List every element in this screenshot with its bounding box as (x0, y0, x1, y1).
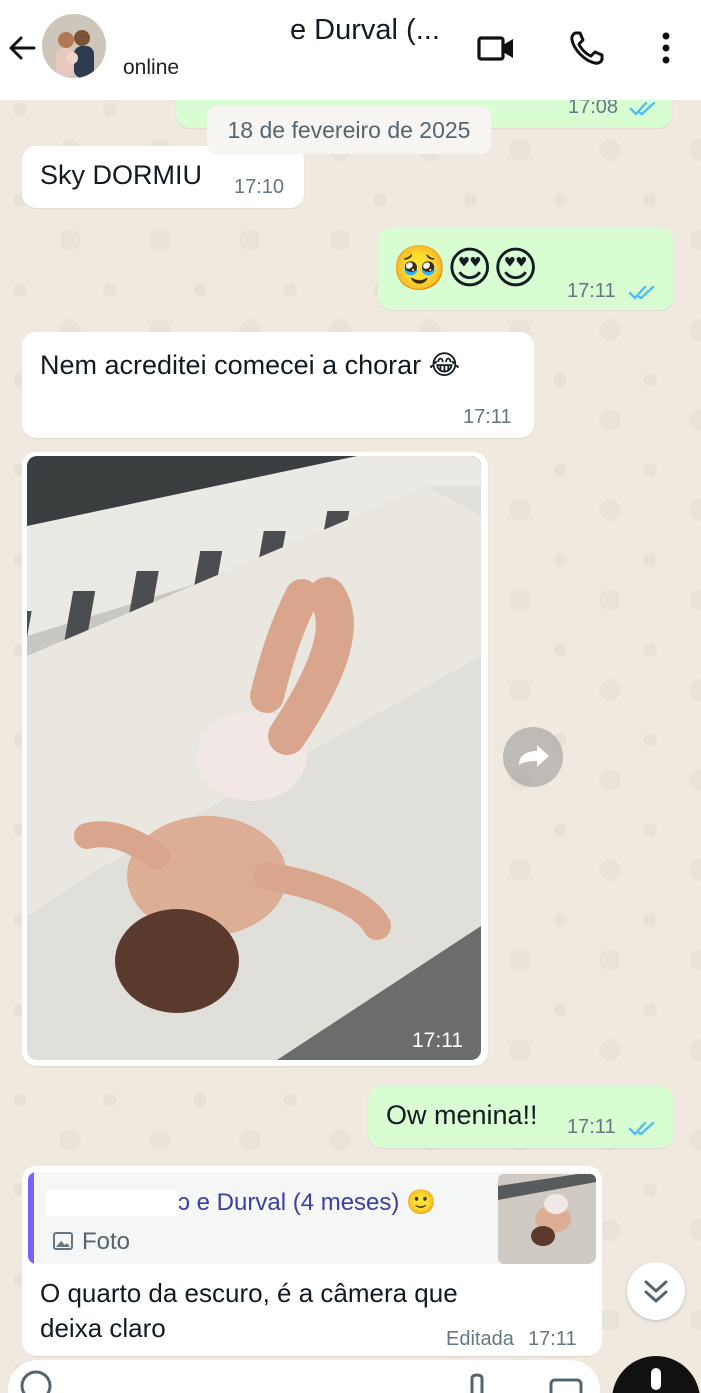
redacted-name-block (46, 1190, 178, 1216)
incoming-message-bubble[interactable]: Nem acreditei comecei a chorar 😂 17:11 (22, 332, 534, 438)
scroll-to-bottom-button[interactable] (627, 1262, 685, 1320)
read-ticks-icon (628, 285, 655, 300)
chat-header: e Durval (... online (0, 0, 701, 100)
message-time: 17:11 (567, 1116, 616, 1138)
message-composer (0, 1356, 701, 1393)
double-chevron-down-icon (644, 1280, 668, 1303)
message-time: 17:10 (234, 176, 285, 198)
outgoing-message-bubble[interactable]: 🥹😍😍 17:11 (378, 228, 674, 310)
mic-icon (651, 1368, 661, 1390)
mic-button[interactable] (612, 1356, 700, 1393)
message-text-line2: deixa claro (40, 1313, 166, 1343)
emoji-message: 🥹😍😍 (392, 244, 539, 293)
forward-button[interactable] (503, 727, 563, 787)
quote-media-label: Foto (82, 1228, 131, 1255)
message-text: Ow menina!! (386, 1100, 538, 1130)
back-arrow-icon[interactable] (4, 30, 40, 66)
incoming-photo-bubble[interactable]: 17:11 (22, 452, 488, 1066)
photo-time: 17:11 (412, 1029, 463, 1052)
forward-icon (519, 745, 549, 767)
quote-author: ɔ e Durval (4 meses) 🙂 (178, 1189, 436, 1216)
video-call-icon[interactable] (476, 28, 516, 68)
emoji-icon[interactable] (18, 1368, 54, 1393)
quoted-message[interactable]: ɔ e Durval (4 meses) 🙂 Foto (28, 1172, 596, 1264)
outgoing-message-bubble[interactable]: Ow menina!! 17:11 (368, 1086, 674, 1148)
read-ticks-icon (629, 101, 656, 116)
message-input[interactable] (8, 1360, 600, 1393)
photo-icon (53, 1232, 73, 1250)
contact-name[interactable]: e Durval (... (290, 14, 440, 47)
voice-call-icon[interactable] (567, 28, 607, 68)
avatar-photo (42, 14, 106, 78)
more-options-icon[interactable] (646, 28, 686, 68)
contact-avatar[interactable] (42, 14, 106, 78)
message-time: 17:11 (528, 1328, 577, 1350)
incoming-message-bubble[interactable]: Sky DORMIU 17:10 (22, 146, 304, 208)
message-time: 17:11 (463, 406, 512, 428)
message-text: Sky DORMIU (40, 160, 202, 190)
photo-image (27, 456, 481, 1060)
edited-label: Editada (446, 1328, 514, 1350)
incoming-reply-bubble[interactable]: ɔ e Durval (4 meses) 🙂 Foto O quarto da … (22, 1166, 602, 1356)
photo-baby-in-crib[interactable]: 17:11 (27, 456, 481, 1060)
date-separator: 18 de fevereiro de 2025 (207, 106, 491, 154)
message-text: Nem acreditei comecei a chorar 😂 (40, 350, 461, 380)
quote-accent-bar (28, 1172, 34, 1264)
attach-icon[interactable] (462, 1370, 492, 1393)
read-ticks-icon (628, 1121, 655, 1136)
contact-status: online (123, 56, 180, 79)
camera-icon[interactable] (548, 1374, 584, 1393)
message-text-line1: O quarto da escuro, é a câmera que (40, 1278, 458, 1308)
message-time: 17:11 (567, 280, 616, 302)
quote-thumbnail (498, 1174, 596, 1264)
